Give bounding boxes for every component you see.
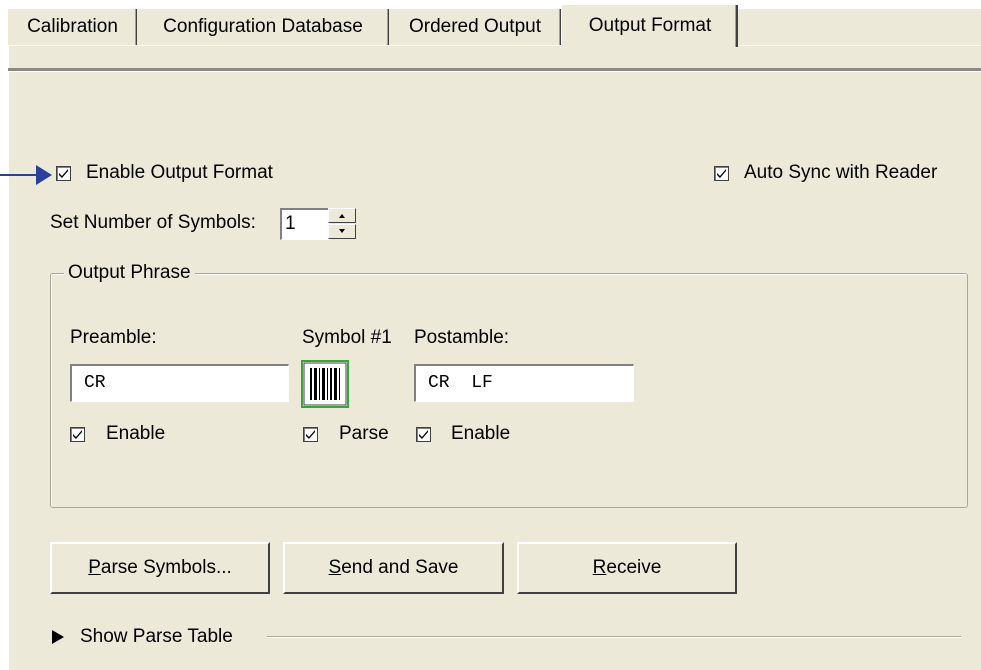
spin-down-button[interactable]: [328, 224, 356, 239]
preamble-enable-label: Enable: [106, 423, 166, 444]
show-parse-table-toggle[interactable]: Show Parse Table: [50, 624, 264, 650]
tab-output-format[interactable]: Output Format: [561, 4, 738, 47]
receive-label: eceive: [606, 557, 662, 578]
symbols-count-label: Set Number of Symbols:: [50, 212, 256, 233]
callout-arrow-line: [0, 174, 40, 176]
tab-configuration-database[interactable]: Configuration Database: [137, 9, 389, 45]
preamble-enable-checkbox[interactable]: [70, 427, 85, 442]
spin-down-icon: [339, 229, 345, 233]
barcode-icon: [303, 362, 347, 406]
tab-strip-empty: [738, 9, 981, 45]
parse-symbols-label: arse Symbols...: [100, 557, 232, 578]
postamble-enable-checkbox[interactable]: [416, 427, 431, 442]
checkmark-icon: [419, 430, 428, 439]
preamble-label: Preamble:: [70, 327, 157, 348]
mnemonic-p: P: [88, 557, 101, 578]
checkmark-icon: [73, 430, 82, 439]
preamble-input[interactable]: CR: [70, 364, 289, 402]
receive-button[interactable]: Receive: [517, 542, 737, 594]
enable-output-format-checkbox[interactable]: [56, 166, 71, 181]
mnemonic-r: R: [592, 557, 607, 578]
enable-output-format-label: Enable Output Format: [86, 162, 273, 183]
callout-arrow-icon: [36, 165, 52, 185]
tab-ordered-output[interactable]: Ordered Output: [389, 9, 561, 45]
checkmark-icon: [717, 169, 726, 178]
tab-label: Configuration Database: [163, 16, 363, 37]
tab-label: Calibration: [27, 16, 118, 37]
mnemonic-s: S: [328, 557, 342, 578]
symbol-parse-label: Parse: [339, 423, 389, 444]
parse-symbols-button[interactable]: Parse Symbols...: [50, 542, 270, 594]
output-phrase-title: Output Phrase: [64, 262, 195, 284]
symbol-parse-checkbox[interactable]: [303, 427, 318, 442]
postamble-input[interactable]: CR LF: [414, 364, 634, 402]
checkmark-icon: [306, 430, 315, 439]
auto-sync-label: Auto Sync with Reader: [744, 162, 938, 183]
postamble-enable-label: Enable: [451, 423, 511, 444]
show-parse-table-label: Show Parse Table: [80, 626, 233, 647]
tab-label: Output Format: [588, 15, 712, 36]
auto-sync-checkbox[interactable]: [714, 166, 729, 181]
spin-up-icon: [339, 214, 345, 218]
postamble-label: Postamble:: [414, 327, 510, 348]
symbols-count-input[interactable]: 1: [280, 208, 330, 240]
symbol-label: Symbol #1: [302, 327, 392, 348]
symbol-barcode-button[interactable]: [301, 360, 349, 408]
tab-label: Ordered Output: [408, 16, 542, 37]
send-and-save-button[interactable]: Send and Save: [283, 542, 504, 594]
send-and-save-label: end and Save: [341, 557, 459, 578]
spin-up-button[interactable]: [328, 208, 356, 223]
expand-triangle-icon: [52, 630, 64, 644]
separator-line: [267, 636, 961, 638]
checkmark-icon: [59, 169, 68, 178]
tab-calibration[interactable]: Calibration: [8, 9, 137, 45]
